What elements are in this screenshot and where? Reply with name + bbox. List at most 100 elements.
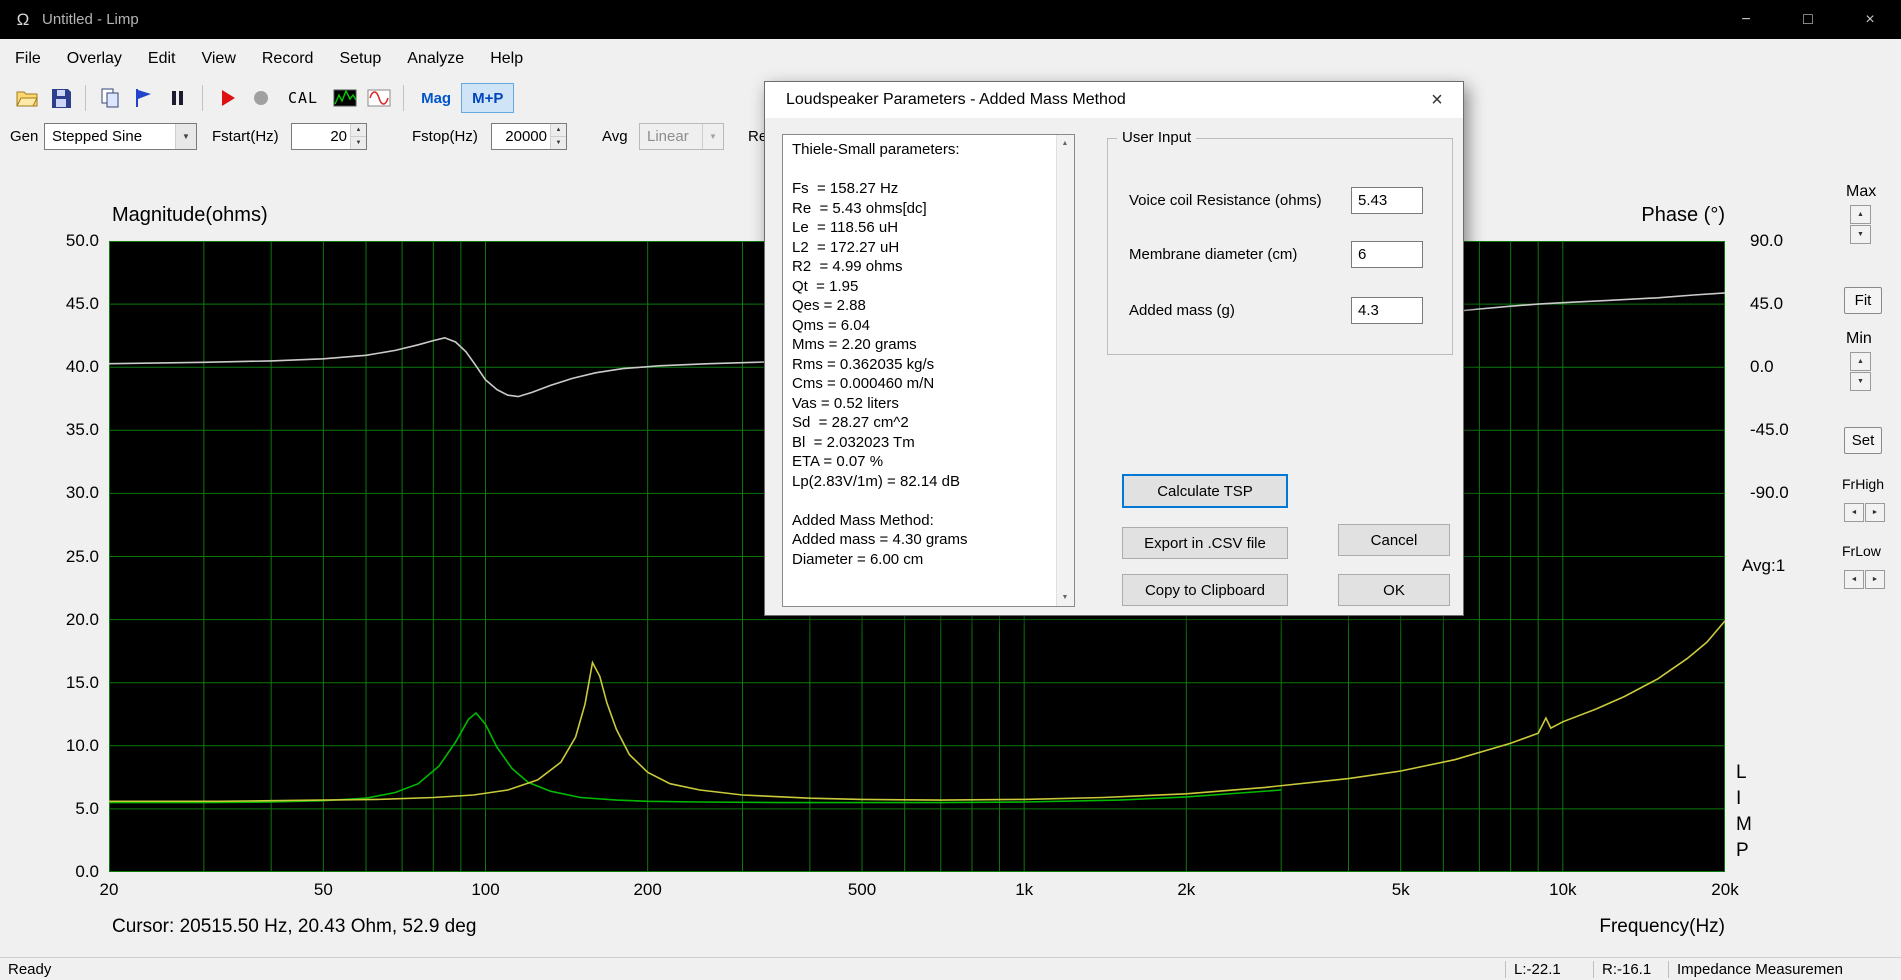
frhigh-right-button[interactable]: ►	[1865, 503, 1885, 522]
frlow-left-button[interactable]: ◄	[1844, 570, 1864, 589]
axis-tick-label: 30.0	[65, 483, 99, 503]
menu-file[interactable]: File	[2, 39, 54, 78]
record-stop-button[interactable]	[244, 83, 278, 113]
tsp-result-line: Added mass = 4.30 grams	[792, 531, 968, 548]
time-record-view-button[interactable]	[362, 83, 396, 113]
max-spinner: ▲ ▼	[1850, 205, 1871, 244]
ok-button[interactable]: OK	[1338, 574, 1450, 606]
max-up-button[interactable]: ▲	[1850, 205, 1871, 224]
voice-coil-resistance-input[interactable]	[1351, 187, 1423, 214]
tsp-result-line: Le = 118.56 uH	[792, 219, 899, 236]
axis-tick-label: 1k	[1015, 880, 1034, 899]
series-magnitude-free-air	[109, 620, 1725, 803]
axis-tick-label: 0.0	[1750, 357, 1774, 377]
record-start-button[interactable]	[210, 83, 244, 113]
calibrate-button[interactable]: CAL	[278, 83, 328, 113]
tsp-result-line: Sd = 28.27 cm^2	[792, 414, 909, 431]
scroll-down-icon[interactable]: ▼	[1057, 589, 1073, 606]
frlow-right-button[interactable]: ►	[1865, 570, 1885, 589]
tsp-results-list[interactable]: Thiele-Small parameters: Fs = 158.27 Hz R…	[782, 134, 1075, 607]
dialog-close-button[interactable]: ×	[1411, 82, 1463, 118]
avg-label: Avg	[602, 128, 628, 145]
save-floppy-icon	[52, 89, 71, 108]
results-scrollbar[interactable]: ▲ ▼	[1056, 135, 1074, 606]
magnitude-phase-view-button[interactable]: M+P	[461, 83, 515, 113]
spin-down-icon[interactable]: ▼	[351, 136, 366, 149]
tsp-results-text: Thiele-Small parameters: Fs = 158.27 Hz R…	[783, 140, 1056, 604]
play-icon	[222, 90, 235, 106]
axis-tick-label: 20	[99, 880, 119, 899]
cancel-button[interactable]: Cancel	[1338, 524, 1450, 556]
min-label: Min	[1846, 330, 1872, 347]
added-mass-input[interactable]	[1351, 297, 1423, 324]
menu-record[interactable]: Record	[249, 39, 327, 78]
tsp-result-line: Mms = 2.20 grams	[792, 336, 917, 353]
axis-tick-label: 15.0	[65, 672, 99, 692]
tsp-result-line: Re = 5.43 ohms[dc]	[792, 199, 927, 217]
tsp-result-line: Vas = 0.52 liters	[792, 394, 899, 412]
pause-button[interactable]	[161, 83, 195, 113]
menu-view[interactable]: View	[188, 39, 248, 78]
set-button[interactable]: Set	[1844, 427, 1882, 454]
axis-tick-label: 45.0	[65, 294, 99, 314]
magnitude-view-button[interactable]: Mag	[411, 83, 461, 113]
fstop-input[interactable]	[492, 124, 550, 149]
frhigh-spinner: ◄ ►	[1844, 503, 1885, 522]
close-button[interactable]: ×	[1839, 0, 1901, 39]
menu-edit[interactable]: Edit	[135, 39, 189, 78]
status-bar: Ready L:-22.1 R:-16.1 Impedance Measurem…	[0, 957, 1901, 980]
spectrum-view-button[interactable]	[328, 83, 362, 113]
tsp-result-line: Cms = 0.000460 m/N	[792, 375, 935, 392]
menu-analyze[interactable]: Analyze	[394, 39, 477, 78]
min-spinner: ▲ ▼	[1850, 352, 1871, 391]
save-button[interactable]	[44, 83, 78, 113]
status-separator	[1505, 961, 1506, 978]
scroll-up-icon[interactable]: ▲	[1057, 135, 1073, 152]
axis-tick-label: 25.0	[65, 546, 99, 566]
spin-up-icon[interactable]: ▲	[551, 124, 566, 136]
dropdown-arrow-icon[interactable]: ▼	[175, 124, 196, 149]
spin-down-icon[interactable]: ▼	[551, 136, 566, 149]
calculate-tsp-button[interactable]: Calculate TSP	[1122, 474, 1288, 508]
cursor-readout: Cursor: 20515.50 Hz, 20.43 Ohm, 52.9 deg	[112, 916, 477, 937]
axis-tick-label: 45.0	[1750, 294, 1784, 314]
spin-up-icon[interactable]: ▲	[351, 124, 366, 136]
dialog-title-bar: Loudspeaker Parameters - Added Mass Meth…	[765, 82, 1463, 118]
fit-button[interactable]: Fit	[1844, 287, 1882, 314]
max-down-button[interactable]: ▼	[1850, 225, 1871, 244]
copy-to-clipboard-button[interactable]: Copy to Clipboard	[1122, 574, 1288, 606]
marker-button[interactable]	[127, 83, 161, 113]
min-up-button[interactable]: ▲	[1850, 352, 1871, 371]
fstart-spinner: ▲ ▼	[350, 124, 366, 149]
avg-indicator: Avg:1	[1742, 556, 1786, 575]
menu-help[interactable]: Help	[477, 39, 536, 78]
fstop-spinner: ▲ ▼	[550, 124, 566, 149]
tsp-result-line: R2 = 4.99 ohms	[792, 258, 903, 275]
menu-overlay[interactable]: Overlay	[54, 39, 135, 78]
tsp-result-line: Qes = 2.88	[792, 297, 866, 314]
axis-tick-label: 50	[313, 880, 333, 899]
gen-label: Gen	[10, 128, 39, 145]
axis-tick-label: 0.0	[75, 862, 99, 881]
axis-tick-label: 100	[471, 880, 500, 899]
export-csv-button[interactable]: Export in .CSV file	[1122, 527, 1288, 559]
membrane-diameter-input[interactable]	[1351, 241, 1423, 268]
minimize-button[interactable]: −	[1715, 0, 1777, 39]
maximize-button[interactable]: □	[1777, 0, 1839, 39]
fstart-input[interactable]	[292, 124, 350, 149]
open-button[interactable]	[10, 83, 44, 113]
axis-tick-label: 500	[847, 880, 877, 899]
menu-setup[interactable]: Setup	[326, 39, 394, 78]
copy-icon	[101, 88, 119, 108]
frhigh-left-button[interactable]: ◄	[1844, 503, 1864, 522]
status-mode: Impedance Measuremen	[1677, 961, 1843, 978]
frlow-label: FrLow	[1842, 543, 1881, 559]
copy-button[interactable]	[93, 83, 127, 113]
axis-tick-label: 50.0	[65, 231, 99, 250]
marker-flag-icon	[136, 89, 151, 107]
avg-type-value: Linear	[647, 128, 689, 145]
axis-tick-label: 40.0	[65, 357, 99, 377]
generator-type-combo[interactable]: Stepped Sine ▼	[44, 123, 197, 150]
min-down-button[interactable]: ▼	[1850, 372, 1871, 391]
limp-window: Ω Untitled - Limp − □ × File Overlay Edit V…	[0, 0, 1901, 980]
